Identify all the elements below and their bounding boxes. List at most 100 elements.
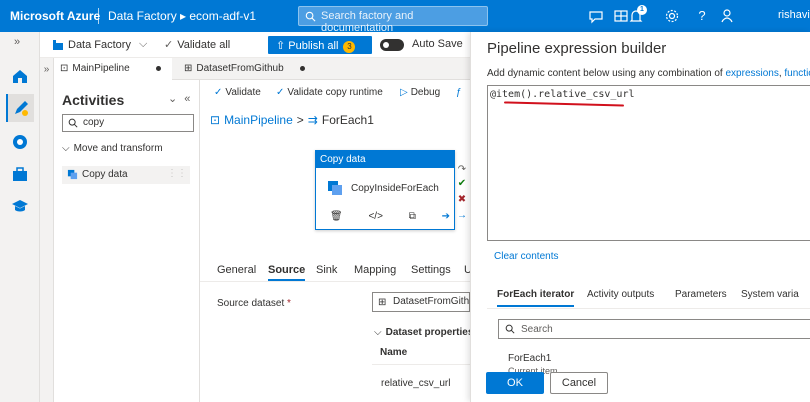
chevron-down-icon: ⌵ [62,143,70,154]
activity-item-copy-data[interactable]: Copy data ⋮⋮ [62,166,190,184]
notification-count-badge: 1 [637,5,647,15]
validate-copy-runtime-button[interactable]: ✓ Validate copy runtime [276,87,383,98]
clone-copy-icon[interactable]: ⧉ [409,211,416,225]
expression-textarea[interactable]: @item().relative_csv_url [487,85,810,241]
function-icon[interactable]: ƒ [456,87,462,98]
account-feedback-icon[interactable] [718,6,738,26]
tab-source[interactable]: Source [268,264,306,281]
tab-parameters[interactable]: Parameters [675,289,727,300]
breadcrumb-foreach[interactable]: ForEach1 [322,113,374,127]
builder-tabs: ForEach iterator Activity outputs Parame… [487,283,810,309]
functions-link[interactable]: functions a [784,68,810,79]
builder-subtitle-text: Add dynamic content below using any comb… [487,68,726,79]
pencil-icon [15,101,28,116]
copy-data-activity-card[interactable]: Copy data CopyInsideForEach 🗑 </> ⧉ ➔ [315,150,455,230]
data-factory-menu[interactable]: Data Factory ⌵ [52,38,147,51]
learning-nav-button[interactable] [6,192,34,220]
debug-button[interactable]: ▷ Debug [400,87,440,98]
properties-tabs: General Source Sink Mapping Settings U [200,258,472,282]
top-bar: Microsoft Azure Data Factory ▸ ecom-adf-… [0,0,810,34]
tab-mapping[interactable]: Mapping [354,264,396,276]
unsaved-dot-icon [155,66,161,71]
activity-item-label: Copy data [82,169,128,180]
search-icon [68,118,78,128]
global-search-input[interactable]: Search factory and documentation [298,6,488,34]
success-connector-icon[interactable]: ✔ [456,178,468,190]
user-name[interactable]: rishavi [778,9,810,21]
source-dataset-label-text: Source dataset [217,298,285,309]
validate-all-button[interactable]: ✓ Validate all [164,38,231,52]
breadcrumb-pipeline[interactable]: MainPipeline [224,113,293,127]
validate-copy-runtime-label: Validate copy runtime [287,87,383,98]
tab-foreach-iterator[interactable]: ForEach iterator [497,289,575,307]
feedback-icon[interactable] [586,6,606,26]
home-nav-button[interactable] [6,62,34,90]
row-divider [372,364,470,365]
drag-grip-icon[interactable]: ⋮⋮ [167,168,187,179]
activities-title: Activities [62,92,125,108]
dataset-properties-expander[interactable]: ⌵ Dataset properties [374,327,473,338]
publish-count-badge: 3 [343,41,356,53]
expression-value: @item().relative_csv_url [490,89,635,100]
completion-connector-icon[interactable]: → [456,210,468,222]
cancel-button[interactable]: Cancel [550,372,608,394]
monitor-nav-button[interactable] [6,128,34,156]
tab-activity-outputs[interactable]: Activity outputs [587,289,654,300]
play-icon: ▷ [400,87,408,98]
tab-sink[interactable]: Sink [316,264,337,276]
ok-button[interactable]: OK [486,372,544,394]
factory-toolbar: Data Factory ⌵ ✓ Validate all ⇧ Publish … [40,32,470,58]
builder-title: Pipeline expression builder [487,40,667,57]
publish-icon: ⇧ [276,40,286,52]
iterator-item-name[interactable]: ForEach1 [508,353,551,364]
tab-main-pipeline[interactable]: ⊡ MainPipeline [54,58,172,80]
tab-settings[interactable]: Settings [411,264,451,276]
failure-connector-icon[interactable]: ✖ [456,194,468,206]
builder-search-input[interactable]: Search [498,319,810,339]
required-marker: * [287,298,291,309]
expressions-link[interactable]: expressions [725,68,778,79]
tab-label: MainPipeline [72,63,130,74]
search-icon [505,324,515,334]
author-nav-button[interactable] [6,94,34,122]
copy-data-icon [328,181,342,195]
settings-gear-icon[interactable] [662,6,682,26]
unsaved-dot-icon [299,66,305,71]
category-label: Move and transform [73,143,163,154]
name-column-header: Name [380,347,408,358]
skipped-connector-icon[interactable]: ↷ [456,164,468,176]
auto-save-toggle[interactable] [380,39,404,51]
delete-trash-icon[interactable]: 🗑 [330,211,343,225]
copy-data-icon [67,169,78,180]
activities-search-input[interactable]: copy [62,114,194,132]
chevron-down-icon: ⌵ [138,38,148,50]
expand-rail-chevron-icon[interactable]: » [14,36,20,48]
activities-collapse-controls[interactable]: ⌄ « [168,92,192,105]
toolbox-icon [13,167,27,181]
expand-resources-chevron-icon[interactable]: » [40,58,54,402]
global-search-placeholder: Search factory and documentation [321,10,414,34]
tab-dataset-from-github[interactable]: ⊞ DatasetFromGithub [178,58,308,80]
publish-all-button[interactable]: ⇧ Publish all 3 [268,36,372,54]
manage-nav-button[interactable] [6,160,34,188]
home-icon [13,70,27,83]
validate-button[interactable]: ✓ Validate [214,87,261,98]
tab-general[interactable]: General [217,264,256,276]
graduation-cap-icon [12,200,28,212]
help-question-icon[interactable]: ? [692,6,712,26]
clear-contents-link[interactable]: Clear contents [494,251,558,262]
arrow-right-circle-icon[interactable]: ➔ [442,211,450,225]
category-move-and-transform[interactable]: ⌵ Move and transform [62,143,163,154]
validate-all-label: Validate all [177,38,231,51]
source-dataset-value: DatasetFromGithu [393,296,470,307]
editor-tabs: ⊡ MainPipeline ⊞ DatasetFromGithub [54,58,470,80]
factory-breadcrumb[interactable]: Data Factory ▸ ecom-adf-v1 [108,9,256,23]
builder-subtitle: Add dynamic content below using any comb… [487,68,810,79]
source-dataset-select[interactable]: ⊞ DatasetFromGithu [372,292,470,312]
breadcrumb-separator: > [296,113,304,127]
code-icon[interactable]: </> [368,211,382,225]
brand-title[interactable]: Microsoft Azure [10,9,100,23]
foreach-icon: ⇉ [307,113,318,127]
tab-system-variables[interactable]: System varia [741,289,799,300]
activity-card-name: CopyInsideForEach [351,183,439,194]
